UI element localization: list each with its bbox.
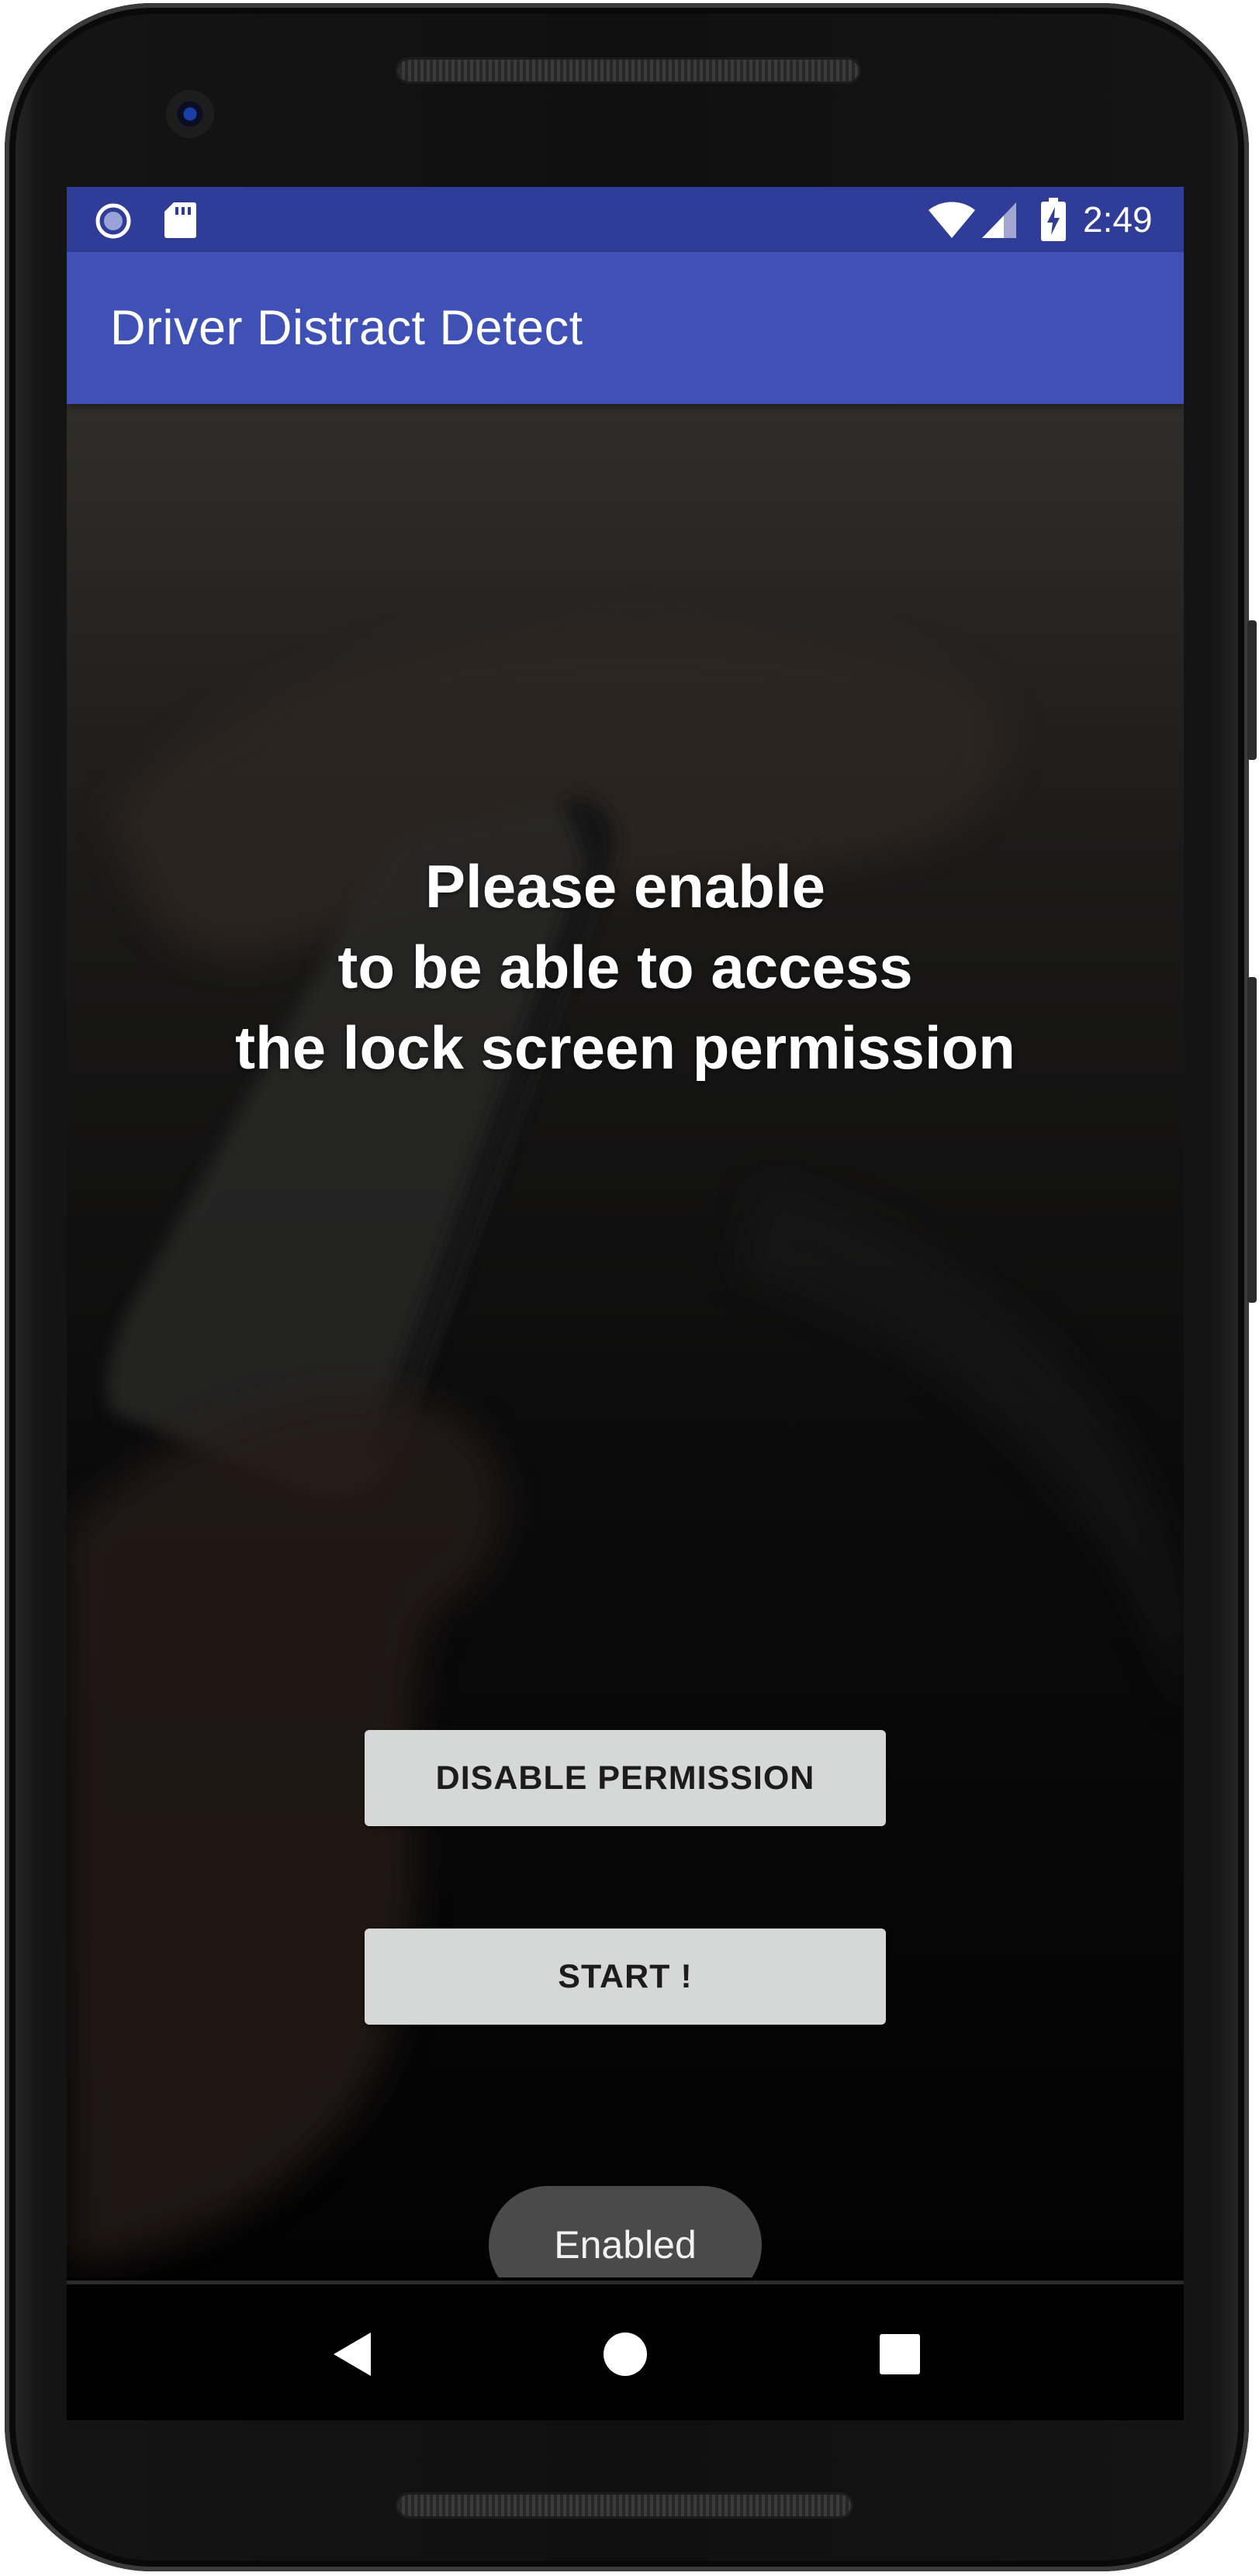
front-camera bbox=[166, 90, 214, 138]
status-time: 2:49 bbox=[1083, 199, 1153, 240]
disable-permission-button[interactable]: DISABLE PERMISSION bbox=[365, 1730, 886, 1826]
back-icon[interactable] bbox=[313, 2315, 391, 2393]
permission-message: Please enable to be able to access the l… bbox=[235, 852, 1015, 1082]
device-frame: 2:49 Driver Distract Detect Please enabl… bbox=[0, 0, 1259, 2576]
screen: 2:49 Driver Distract Detect Please enabl… bbox=[67, 187, 1184, 2420]
cell-signal-icon bbox=[981, 201, 1018, 243]
start-button[interactable]: START ! bbox=[365, 1929, 886, 2025]
sd-card-icon bbox=[163, 201, 197, 243]
battery-charging-icon bbox=[1041, 198, 1066, 245]
top-speaker bbox=[396, 57, 861, 84]
toast: Enabled bbox=[489, 2186, 762, 2277]
app-bar: Driver Distract Detect bbox=[67, 252, 1184, 404]
home-icon[interactable] bbox=[586, 2315, 664, 2393]
wifi-icon bbox=[928, 201, 976, 243]
power-button bbox=[1247, 977, 1257, 1303]
status-bar: 2:49 bbox=[67, 187, 1184, 252]
sync-circle-icon bbox=[95, 202, 132, 243]
main-content: Please enable to be able to access the l… bbox=[67, 404, 1184, 2277]
nav-bar bbox=[67, 2281, 1184, 2420]
bottom-speaker bbox=[396, 2492, 853, 2519]
app-title: Driver Distract Detect bbox=[110, 301, 583, 355]
recents-icon[interactable] bbox=[861, 2315, 939, 2393]
volume-button bbox=[1247, 620, 1257, 760]
